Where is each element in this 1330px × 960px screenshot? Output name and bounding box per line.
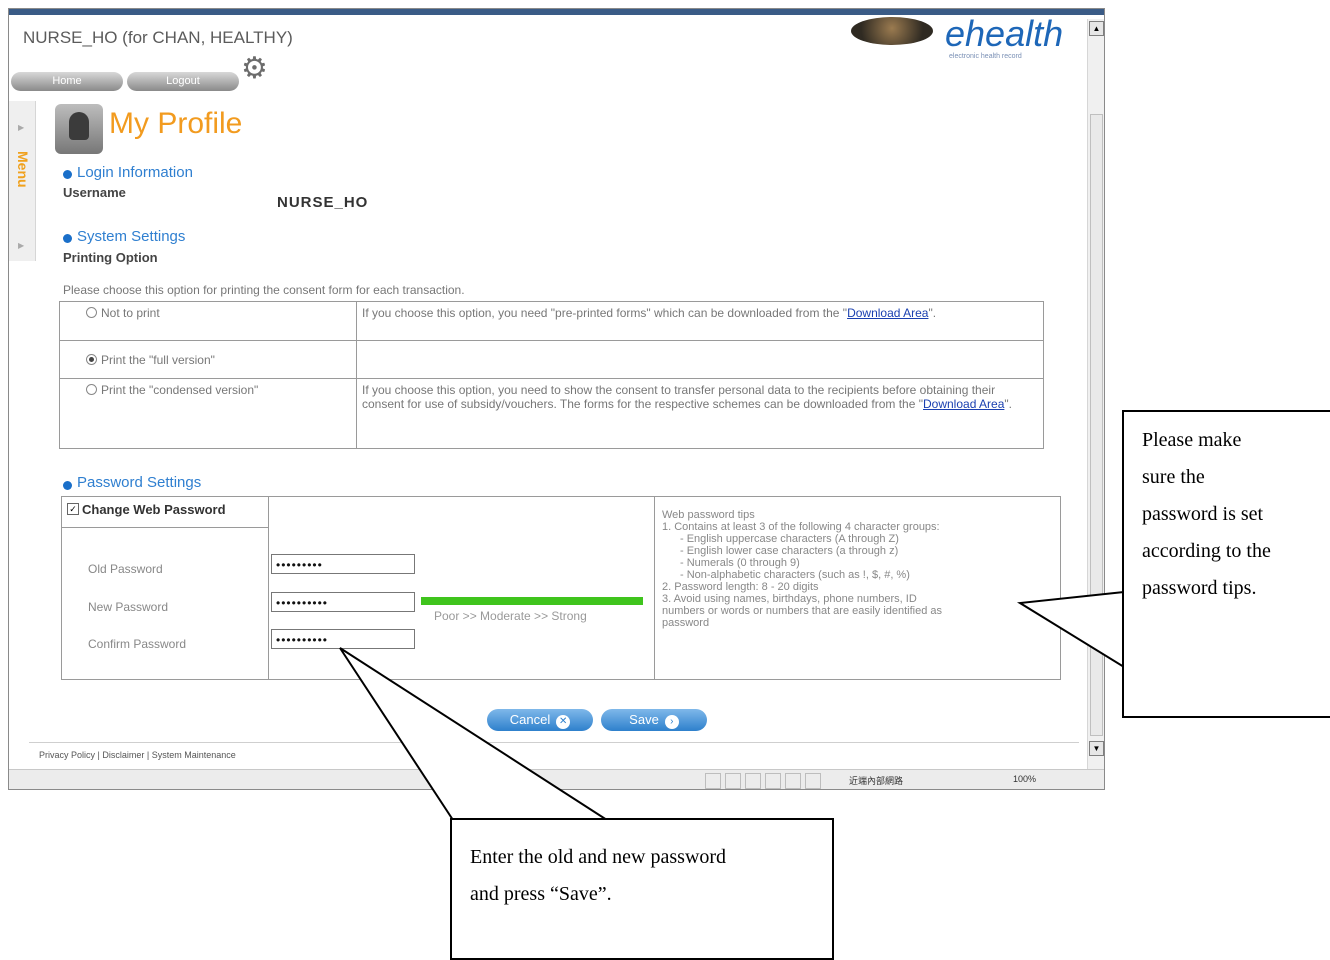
callout-line: Enter the old and new password: [470, 846, 727, 868]
callout-line: according to the: [1142, 540, 1271, 562]
callout-line: and press “Save”.: [470, 883, 612, 905]
callout-line: password tips.: [1142, 577, 1257, 599]
bottom-callout-pointer: [339, 647, 611, 821]
save-instruction-callout: Enter the old and new password and press…: [450, 818, 834, 960]
callout-line: sure the: [1142, 466, 1205, 488]
right-callout-pointer: [1016, 590, 1125, 669]
password-tips-callout: Please make sure the password is set acc…: [1122, 410, 1330, 718]
callout-line: Please make: [1142, 429, 1242, 451]
callout-line: password is set: [1142, 503, 1264, 525]
